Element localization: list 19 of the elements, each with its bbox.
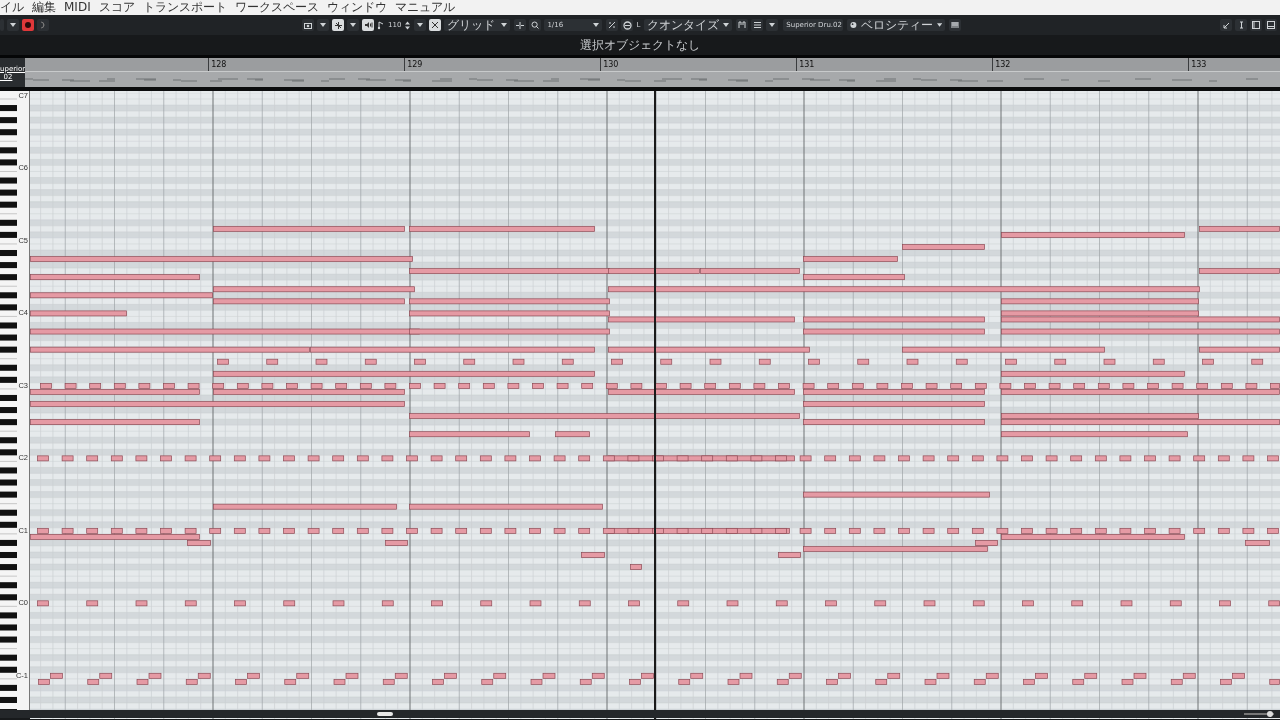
- bar-number: 130: [603, 60, 619, 69]
- bar-number: 131: [799, 60, 815, 69]
- selection-status: 選択オブジェクトなし: [580, 36, 700, 54]
- bar-number: 133: [1191, 60, 1207, 69]
- bar-number: 129: [407, 60, 423, 69]
- ruler-background[interactable]: 128 129 130 131 132 133: [25, 58, 1280, 71]
- menu-item[interactable]: イル: [0, 0, 24, 15]
- length-quantize-dropdown[interactable]: クオンタイズ: [644, 19, 733, 31]
- snap-type-dropdown[interactable]: グリッド: [444, 19, 511, 31]
- menu-item[interactable]: スコア: [98, 0, 135, 15]
- menu-item[interactable]: ウィンドウ: [326, 0, 387, 15]
- bar-number: 128: [211, 60, 227, 69]
- menu-item[interactable]: マニュアル: [394, 0, 455, 15]
- menu-item[interactable]: MIDI: [64, 0, 91, 15]
- bar-number: 132: [995, 60, 1011, 69]
- menu-item[interactable]: トランスポート: [142, 0, 227, 15]
- menu-item[interactable]: 編集: [32, 0, 56, 15]
- controller-lane-dropdown[interactable]: ベロシティー: [847, 19, 946, 31]
- menu-item[interactable]: ワークスペース: [234, 0, 319, 15]
